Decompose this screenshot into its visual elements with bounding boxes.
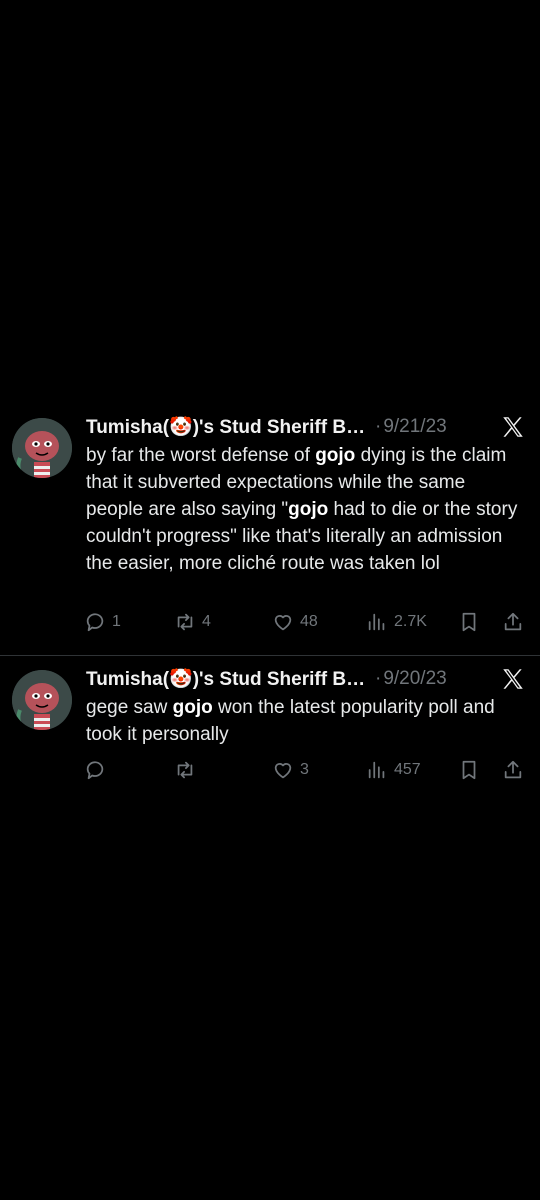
views-count: 2.7K <box>394 613 427 630</box>
highlighted-keyword: gojo <box>315 445 356 466</box>
tweet-text: by far the worst defense of gojo dying i… <box>86 442 524 577</box>
bookmark-button[interactable] <box>458 608 480 636</box>
separator-dot: · <box>375 668 382 689</box>
heart-icon <box>274 763 292 779</box>
share-icon <box>504 612 522 631</box>
tweet-text-segment: gege saw <box>86 697 173 718</box>
like-count: 48 <box>300 613 318 630</box>
tweet-date[interactable]: 9/20/23 <box>383 668 446 690</box>
separator-dot: · <box>375 416 382 437</box>
share-icon <box>504 760 522 779</box>
bookmark-button[interactable] <box>458 756 480 784</box>
x-logo-icon <box>503 669 523 689</box>
highlighted-keyword: gojo <box>288 499 329 520</box>
reply-icon <box>86 613 104 632</box>
tweet-header: Tumisha(🤡)'s Stud Sheriff Bo... · 9/20/2… <box>86 664 526 694</box>
views-icon <box>368 761 385 779</box>
retweet-icon <box>177 613 193 631</box>
reply-icon <box>86 761 104 780</box>
like-count: 3 <box>300 761 309 778</box>
x-logo-icon <box>503 417 523 437</box>
retweet-button[interactable]: 4 <box>174 608 211 636</box>
reply-count: 1 <box>112 613 121 630</box>
heart-icon <box>274 615 292 631</box>
tweet-date[interactable]: 9/21/23 <box>383 416 446 438</box>
highlighted-keyword: gojo <box>172 697 213 718</box>
divider <box>0 655 540 656</box>
views-icon <box>368 613 385 631</box>
retweet-icon <box>177 761 193 779</box>
tweet-text: gege saw gojo won the latest popularity … <box>86 694 524 748</box>
views-button[interactable]: 457 <box>366 756 421 784</box>
reply-button[interactable] <box>84 756 112 784</box>
display-name[interactable]: Tumisha(🤡)'s Stud Sheriff Boi... <box>86 415 371 439</box>
bookmark-icon <box>462 612 476 632</box>
views-button[interactable]: 2.7K <box>366 608 427 636</box>
display-name[interactable]: Tumisha(🤡)'s Stud Sheriff Bo... <box>86 667 371 691</box>
avatar[interactable] <box>12 670 72 730</box>
like-button[interactable]: 48 <box>272 608 318 636</box>
bookmark-icon <box>462 760 476 780</box>
views-count: 457 <box>394 761 421 778</box>
tweet-header: Tumisha(🤡)'s Stud Sheriff Boi... · 9/21/… <box>86 412 526 442</box>
tweet-text-segment: by far the worst defense of <box>86 445 316 466</box>
retweet-count: 4 <box>202 613 211 630</box>
avatar-image <box>12 418 72 478</box>
avatar-image <box>12 670 72 730</box>
share-button[interactable] <box>502 756 524 784</box>
avatar[interactable] <box>12 418 72 478</box>
action-bar: 1 4 48 2.7K <box>84 608 526 636</box>
reply-button[interactable]: 1 <box>84 608 121 636</box>
action-bar: 3 457 <box>84 756 526 784</box>
share-button[interactable] <box>502 608 524 636</box>
like-button[interactable]: 3 <box>272 756 309 784</box>
retweet-button[interactable] <box>174 756 202 784</box>
